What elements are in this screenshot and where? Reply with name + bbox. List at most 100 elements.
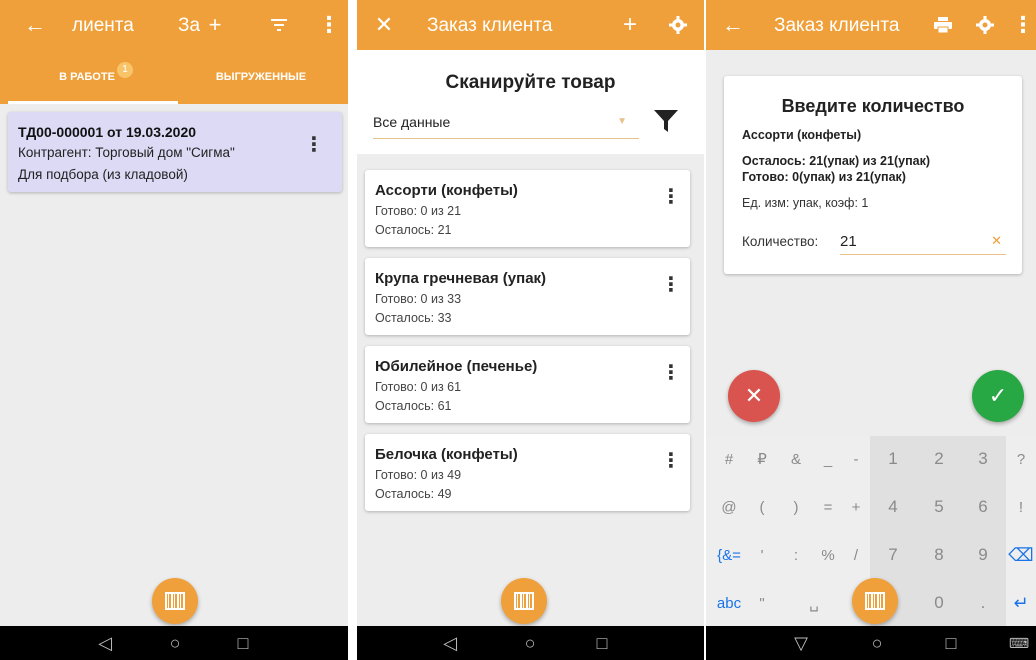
key[interactable]: " — [742, 580, 782, 626]
scan-fab[interactable] — [852, 578, 898, 624]
scan-fab[interactable] — [501, 578, 547, 624]
nav-back-icon[interactable]: ◁ — [435, 626, 465, 660]
app-bar: ← лиента За + ⋮ — [0, 0, 348, 50]
app-bar: ✕ Заказ клиента + — [357, 0, 704, 50]
more-vert-icon[interactable]: ⋮ — [661, 448, 681, 472]
keyboard-icon[interactable]: ⌨ — [1004, 626, 1034, 660]
nav-recents-icon[interactable]: □ — [587, 626, 617, 660]
cancel-button[interactable]: ✕ — [728, 370, 780, 422]
item-done: Готово: 0 из 33 — [375, 292, 462, 306]
nav-home-icon[interactable]: ○ — [515, 626, 545, 660]
tab-label: ВЫГРУЖЕННЫЕ — [215, 71, 307, 83]
item-name: Крупа гречневая (упак) — [375, 270, 547, 287]
enter-icon[interactable]: ↵ — [1006, 580, 1036, 626]
quantity-label: Количество: — [742, 234, 819, 249]
app-title: Заказ клиента — [774, 15, 900, 36]
app-title: Заказ клиента — [427, 15, 553, 36]
nav-back-icon[interactable]: ◁ — [90, 626, 120, 660]
unit-text: Ед. изм: упак, коэф: 1 — [742, 196, 869, 210]
item-left: Осталось: 49 — [375, 487, 452, 501]
tab-uploaded[interactable]: ВЫГРУЖЕННЫЕ — [174, 50, 348, 104]
key[interactable]: 3 — [960, 436, 1006, 482]
item-left: Осталось: 33 — [375, 311, 452, 325]
order-purpose: Для подбора (из кладовой) — [18, 167, 188, 182]
confirm-button[interactable]: ✓ — [972, 370, 1024, 422]
chevron-down-icon: ▼ — [617, 116, 627, 127]
page-title: Сканируйте товар — [445, 72, 616, 93]
key[interactable]: ? — [1006, 436, 1036, 482]
screen-scan-items: ✕ Заказ клиента + Сканируйте товар Все д… — [357, 0, 704, 660]
arrow-left-icon[interactable]: ← — [18, 0, 52, 50]
system-nav-bar: ◁ ○ □ — [0, 626, 348, 660]
app-title-part2: За — [178, 15, 201, 36]
remaining-text: Осталось: 21(упак) из 21(упак) — [742, 154, 930, 168]
nav-home-icon[interactable]: ○ — [160, 626, 190, 660]
dialog-title: Введите количество — [781, 96, 965, 116]
more-vert-icon[interactable]: ⋮ — [661, 360, 681, 384]
system-nav-bar: ◁ ○ □ — [357, 626, 704, 660]
check-icon: ✓ — [988, 383, 1008, 408]
key[interactable]: 5 — [916, 484, 962, 530]
nav-home-icon[interactable]: ○ — [862, 626, 892, 660]
order-card[interactable]: ТД00-000001 от 19.03.2020 Контрагент: То… — [8, 112, 342, 192]
list-item[interactable]: Юбилейное (печенье) Готово: 0 из 61 Оста… — [365, 346, 690, 423]
nav-recents-icon[interactable]: □ — [936, 626, 966, 660]
item-left: Осталось: 21 — [375, 223, 452, 237]
barcode-icon — [165, 592, 185, 610]
tab-label: В РАБОТЕ — [59, 71, 115, 83]
plus-icon[interactable]: + — [613, 0, 647, 50]
more-vert-icon[interactable]: ⋮ — [661, 272, 681, 296]
close-icon[interactable]: ✕ — [367, 0, 401, 50]
gear-icon[interactable] — [661, 0, 695, 50]
filter-icon[interactable] — [653, 108, 679, 139]
more-vert-icon[interactable]: ⋮ — [1006, 0, 1036, 50]
screen-orders-list: ← лиента За + ⋮ В РАБОТЕ 1 ВЫГРУЖЕННЫЕ Т… — [0, 0, 348, 660]
quantity-value: 21 — [840, 233, 857, 250]
list-item[interactable]: Белочка (конфеты) Готово: 0 из 49 Остало… — [365, 434, 690, 511]
item-done: Готово: 0 из 61 — [375, 380, 462, 394]
quantity-field[interactable]: 21 ✕ — [840, 228, 1006, 255]
key[interactable]: 9 — [960, 532, 1006, 578]
system-nav-bar: ▽ ○ □ ⌨ — [706, 626, 1036, 660]
item-name: Белочка (конфеты) — [375, 446, 518, 463]
key[interactable]: 6 — [960, 484, 1006, 530]
key[interactable]: 4 — [870, 484, 916, 530]
scan-fab[interactable] — [152, 578, 198, 624]
arrow-left-icon[interactable]: ← — [716, 0, 750, 50]
clear-icon[interactable]: ✕ — [991, 233, 1002, 249]
item-name: Юбилейное (печенье) — [375, 358, 538, 375]
plus-icon[interactable]: + — [198, 0, 232, 50]
key[interactable]: 0 — [916, 580, 962, 626]
key[interactable]: . — [960, 580, 1006, 626]
printer-icon[interactable] — [926, 0, 960, 50]
space-key[interactable]: ␣ — [786, 580, 842, 626]
barcode-icon — [865, 592, 885, 610]
key[interactable]: 2 — [916, 436, 962, 482]
item-left: Осталось: 61 — [375, 399, 452, 413]
screen-quantity-entry: ← Заказ клиента ⋮ Введите количество Асс… — [706, 0, 1036, 660]
gear-icon[interactable] — [968, 0, 1002, 50]
key[interactable]: ! — [1006, 484, 1036, 530]
list-item[interactable]: Ассорти (конфеты) Готово: 0 из 21 Остало… — [365, 170, 690, 247]
order-title: ТД00-000001 от 19.03.2020 — [18, 124, 197, 140]
nav-back-down-icon[interactable]: ▽ — [786, 626, 816, 660]
done-text: Готово: 0(упак) из 21(упак) — [742, 170, 906, 184]
data-filter-select[interactable]: Все данные ▼ — [373, 114, 639, 139]
key[interactable]: 7 — [870, 532, 916, 578]
tab-indicator — [8, 101, 178, 104]
key[interactable]: 8 — [916, 532, 962, 578]
item-done: Готово: 0 из 21 — [375, 204, 462, 218]
filter-icon[interactable] — [262, 0, 296, 50]
item-done: Готово: 0 из 49 — [375, 468, 462, 482]
more-vert-icon[interactable]: ⋮ — [661, 184, 681, 208]
tab-bar: В РАБОТЕ 1 ВЫГРУЖЕННЫЕ — [0, 50, 348, 104]
list-item[interactable]: Крупа гречневая (упак) Готово: 0 из 33 О… — [365, 258, 690, 335]
nav-recents-icon[interactable]: □ — [228, 626, 258, 660]
backspace-icon[interactable]: ⌫ — [1006, 532, 1036, 578]
order-counterparty: Контрагент: Торговый дом "Сигма" — [18, 145, 235, 160]
product-name: Ассорти (конфеты) — [742, 128, 862, 142]
tab-in-progress[interactable]: В РАБОТЕ — [0, 50, 174, 104]
more-vert-icon[interactable]: ⋮ — [312, 0, 346, 50]
more-vert-icon[interactable]: ⋮ — [304, 132, 324, 156]
key[interactable]: 1 — [870, 436, 916, 482]
